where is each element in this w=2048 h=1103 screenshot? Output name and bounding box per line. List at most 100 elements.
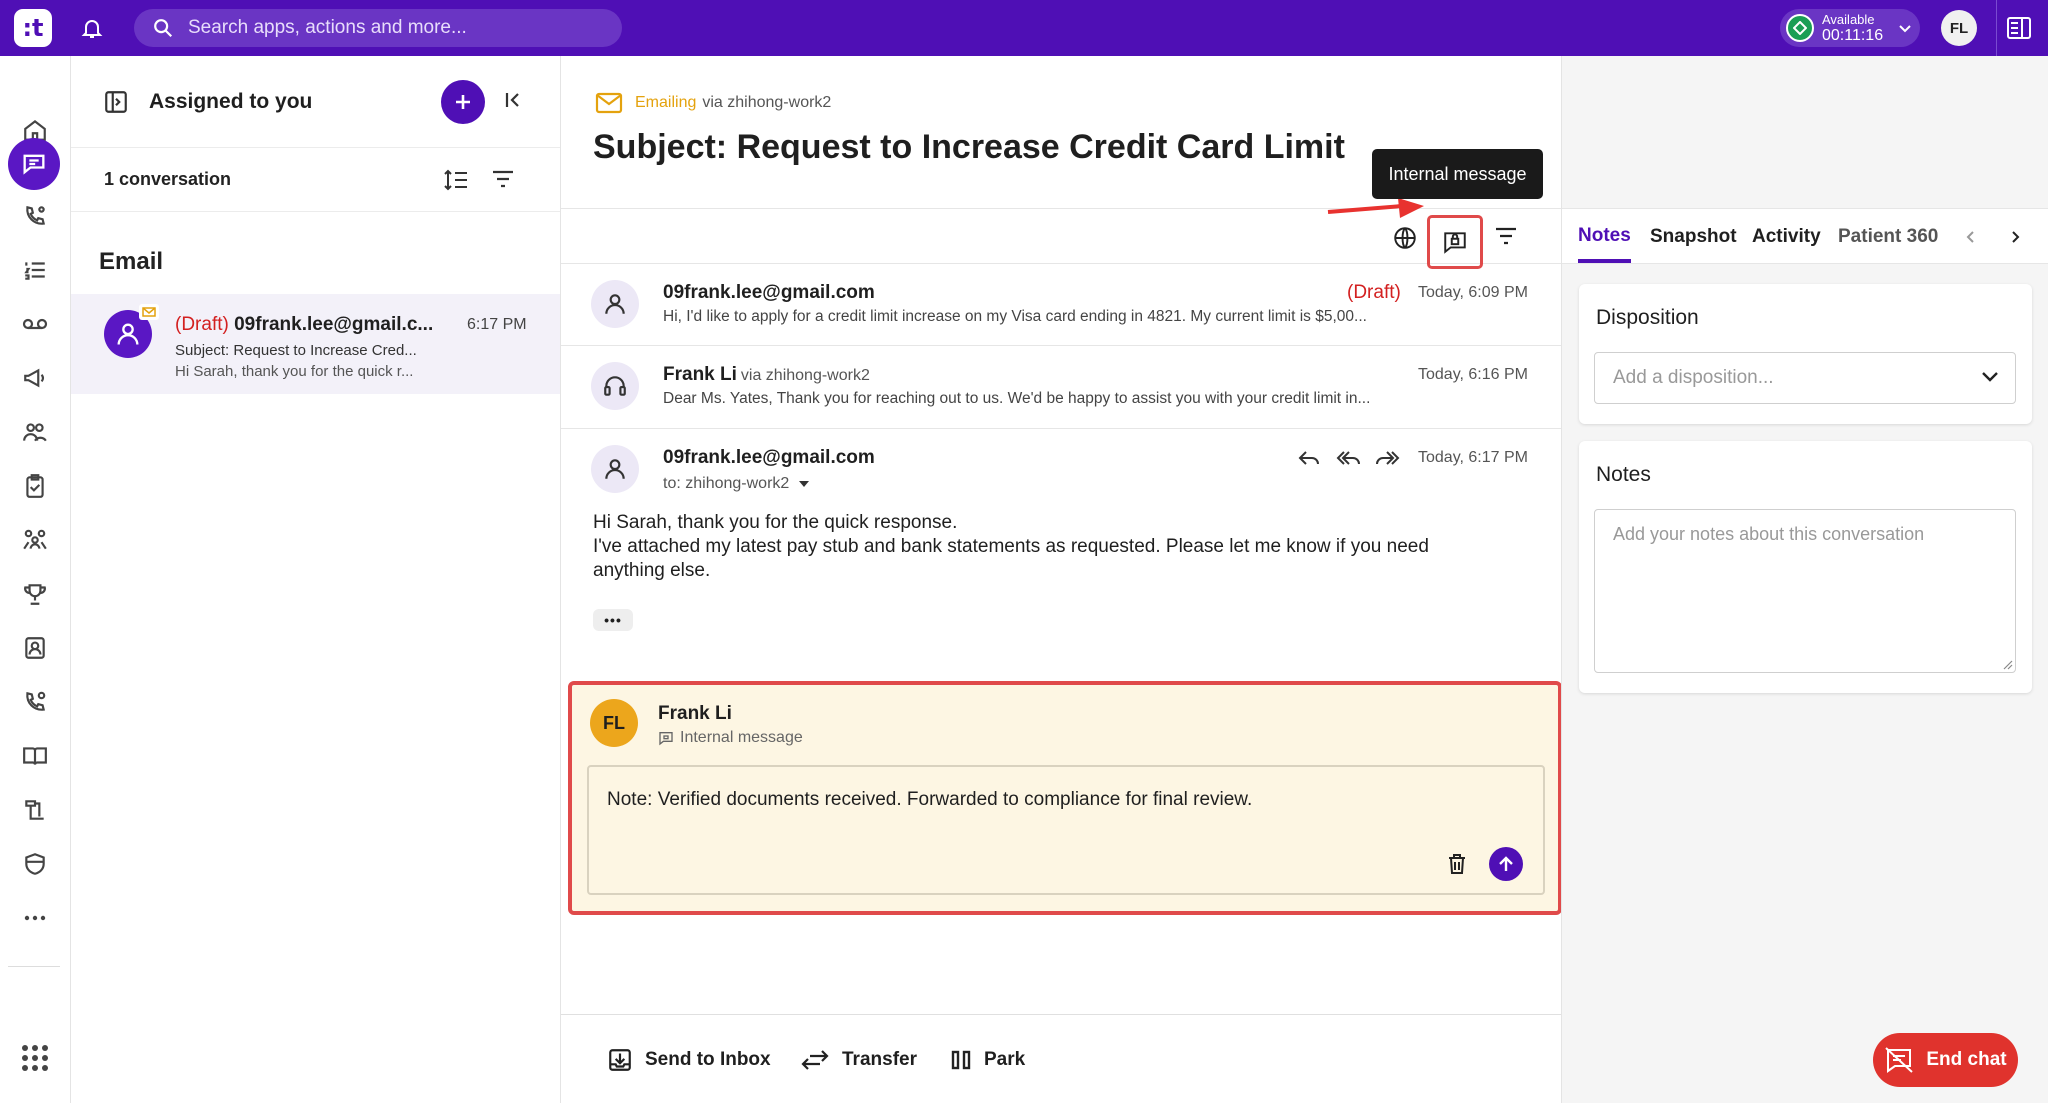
message-sender: 09frank.lee@gmail.com: [663, 447, 875, 468]
reply-icon[interactable]: [1297, 447, 1321, 469]
forward-icon[interactable]: [1375, 447, 1401, 469]
send-to-inbox-button[interactable]: Send to Inbox: [607, 1015, 771, 1103]
search-icon: [154, 19, 173, 38]
message-body: Hi Sarah, thank you for the quick respon…: [593, 511, 1493, 583]
message-sender: Frank Li: [663, 364, 737, 385]
list-icon[interactable]: [13, 248, 57, 292]
conversation-sender: 09frank.lee@gmail.c...: [234, 314, 434, 335]
collapse-panel-icon[interactable]: [504, 90, 524, 110]
person-icon: [117, 323, 139, 345]
voicemail-icon[interactable]: [13, 302, 57, 346]
conversations-icon[interactable]: [8, 138, 60, 190]
author-avatar: FL: [590, 699, 638, 747]
message-via: via zhihong-work2: [740, 367, 870, 384]
chevron-left-icon[interactable]: [1964, 229, 1978, 245]
book-icon[interactable]: [13, 734, 57, 778]
person-icon: [605, 459, 625, 479]
top-bar: :t Search apps, actions and more... Avai…: [0, 0, 2048, 56]
contacts-icon[interactable]: [13, 410, 57, 454]
message-preview: Dear Ms. Yates, Thank you for reaching o…: [663, 390, 1371, 407]
message-body-line: Hi Sarah, thank you for the quick respon…: [593, 512, 958, 533]
panel-toggle-icon[interactable]: [2006, 16, 2032, 40]
internal-message-button[interactable]: [1427, 215, 1483, 269]
internal-note-text: Note: Verified documents received. Forwa…: [607, 789, 1253, 810]
filter-icon[interactable]: [492, 170, 514, 188]
send-note-button[interactable]: [1489, 847, 1523, 881]
plus-icon: [456, 95, 470, 109]
message-filter-icon[interactable]: [1495, 227, 1517, 245]
note-author: Frank Li: [658, 703, 732, 724]
conversation-time: 6:17 PM: [467, 316, 527, 333]
sidebar-panel-icon[interactable]: [103, 89, 129, 115]
park-label: Park: [984, 1048, 1026, 1070]
inbox-download-icon: [609, 1048, 631, 1071]
end-chat-icon: [1885, 1047, 1914, 1073]
person-icon: [605, 294, 625, 314]
new-conversation-button[interactable]: [441, 80, 485, 124]
park-button[interactable]: Park: [950, 1015, 1025, 1103]
tab-notes[interactable]: Notes: [1578, 209, 1631, 263]
app-grid-icon[interactable]: [13, 1036, 57, 1080]
search-placeholder: Search apps, actions and more...: [188, 17, 467, 38]
email-section-label: Email: [99, 248, 164, 275]
message-recipients-toggle[interactable]: to: zhihong-work2: [663, 475, 810, 493]
trash-icon[interactable]: [1447, 853, 1467, 875]
message-sender: 09frank.lee@gmail.com: [663, 282, 875, 303]
clipboard-check-icon[interactable]: [13, 464, 57, 508]
chevron-down-icon: [1982, 372, 1998, 382]
internal-message-tooltip: Internal message: [1372, 149, 1543, 199]
phone-settings-icon[interactable]: [13, 680, 57, 724]
show-more-button[interactable]: •••: [593, 609, 633, 631]
disposition-select[interactable]: Add a disposition...: [1594, 352, 2016, 404]
topbar-divider: [1996, 0, 1997, 56]
tab-snapshot[interactable]: Snapshot: [1650, 209, 1737, 265]
megaphone-icon[interactable]: [13, 356, 57, 400]
conversation-list-panel: Assigned to you 1 conversation Email (Dr…: [71, 56, 561, 1103]
tab-patient-360[interactable]: Patient 360: [1838, 209, 1938, 265]
message-row[interactable]: 09frank.lee@gmail.com (Draft) Today, 6:0…: [561, 264, 1561, 346]
notes-placeholder: Add your notes about this conversation: [1613, 524, 1925, 544]
envelope-icon: [595, 92, 623, 114]
message-preview: Hi, I'd like to apply for a credit limit…: [663, 308, 1367, 325]
internal-note-editor[interactable]: Note: Verified documents received. Forwa…: [587, 765, 1545, 895]
bell-icon[interactable]: [80, 16, 104, 40]
conversation-list-item[interactable]: (Draft) 09frank.lee@gmail.c... 6:17 PM S…: [71, 294, 560, 394]
contact-card-icon[interactable]: [13, 626, 57, 670]
phone-activity-icon[interactable]: [13, 194, 57, 238]
trophy-icon[interactable]: [13, 572, 57, 616]
message-recipient: to: zhihong-work2: [663, 475, 790, 492]
shield-icon[interactable]: [13, 842, 57, 886]
disposition-card: Disposition Add a disposition...: [1579, 284, 2032, 424]
global-search-input[interactable]: Search apps, actions and more...: [134, 9, 622, 47]
tab-activity[interactable]: Activity: [1752, 209, 1821, 265]
conversation-count: 1 conversation: [104, 169, 232, 189]
transfer-button[interactable]: Transfer: [800, 1015, 917, 1103]
resize-handle-icon[interactable]: [2001, 658, 2013, 670]
conversation-detail: Emailing via zhihong-work2 Subject: Requ…: [561, 56, 1562, 1103]
conversation-list-header: Assigned to you: [71, 56, 560, 148]
team-icon[interactable]: [13, 518, 57, 562]
note-type: Internal message: [658, 729, 803, 747]
conversation-subject: Subject: Request to Increase Cred...: [175, 342, 417, 359]
conversation-actions-bar: Send to Inbox Transfer Park: [561, 1014, 1561, 1103]
more-icon[interactable]: [13, 896, 57, 940]
workflow-icon[interactable]: [13, 788, 57, 832]
caret-down-icon: [799, 481, 810, 487]
end-chat-button[interactable]: End chat: [1873, 1033, 2018, 1087]
reply-all-icon[interactable]: [1335, 447, 1361, 469]
sender-avatar: [591, 280, 639, 328]
chevron-down-icon: [1899, 25, 1911, 33]
chevron-right-icon[interactable]: [2008, 229, 2022, 245]
lock-message-icon: [1444, 232, 1466, 254]
agent-avatar: [591, 362, 639, 410]
globe-icon[interactable]: [1392, 225, 1418, 251]
availability-status-dropdown[interactable]: Available 00:11:16: [1780, 9, 1920, 47]
internal-message-composer: FL Frank Li Internal message Note: Verif…: [568, 681, 1562, 915]
app-logo[interactable]: :t: [14, 9, 52, 47]
sender-avatar: [591, 445, 639, 493]
transfer-icon: [801, 1049, 829, 1070]
user-avatar[interactable]: FL: [1941, 10, 1977, 46]
message-row[interactable]: Frank Li via zhihong-work2 Today, 6:16 PM…: [561, 346, 1561, 429]
notes-textarea[interactable]: Add your notes about this conversation: [1594, 509, 2016, 673]
sort-icon[interactable]: [443, 168, 469, 192]
